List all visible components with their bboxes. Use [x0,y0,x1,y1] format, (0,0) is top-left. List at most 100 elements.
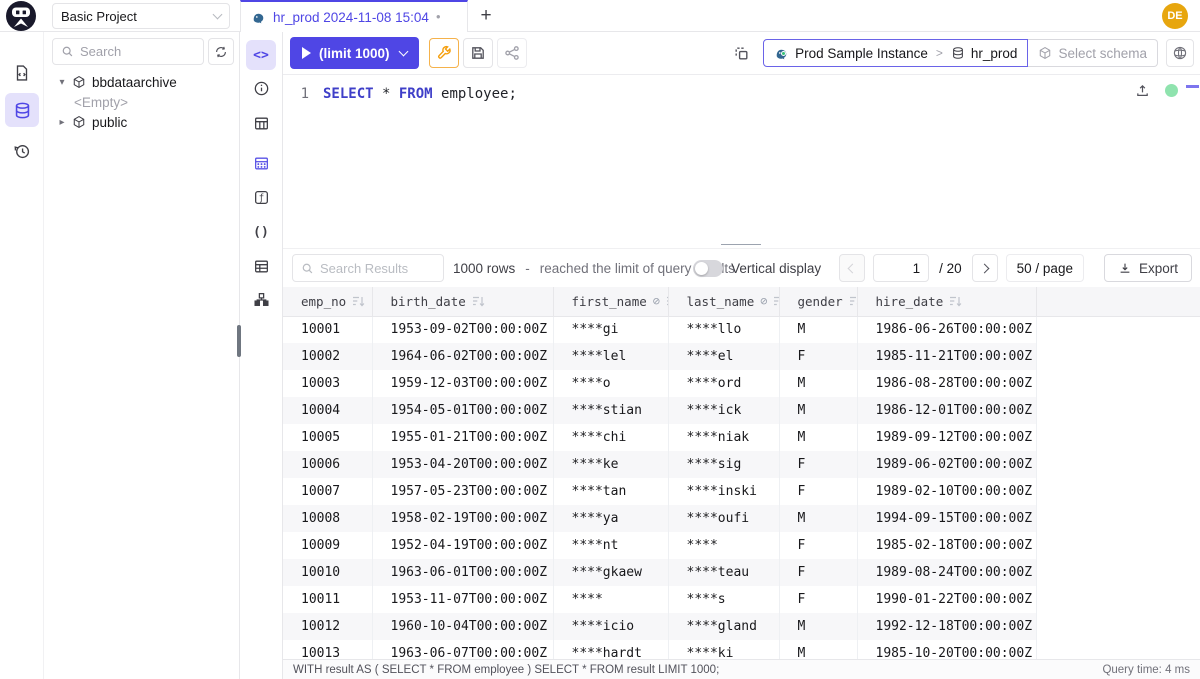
table-cell[interactable]: ****ke [553,451,668,478]
table-cell[interactable]: 10011 [283,586,372,613]
database-panel-icon[interactable] [5,93,39,127]
table-cell[interactable]: 10008 [283,505,372,532]
table-row[interactable]: 100071957-05-23T00:00:00Z****tan****insk… [283,478,1200,505]
table-cell[interactable]: 10013 [283,640,372,660]
column-header-birth_date[interactable]: birth_date [372,287,553,316]
refresh-icon[interactable] [208,38,234,65]
project-selector[interactable]: Basic Project [52,3,230,29]
table-cell[interactable]: ****inski [668,478,779,505]
column-header-emp_no[interactable]: emp_no [283,287,372,316]
table-cell[interactable]: 1985-02-18T00:00:00Z [857,532,1036,559]
table-cell[interactable]: ****nt [553,532,668,559]
table-cell[interactable]: 1986-06-26T00:00:00Z [857,316,1036,343]
tree-item-public[interactable]: ▸ public [44,112,239,132]
table-row[interactable]: 100031959-12-03T00:00:00Z****o****ordM19… [283,370,1200,397]
tables-icon[interactable] [246,108,276,138]
functions-icon[interactable]: ƒ [246,182,276,212]
table-cell[interactable]: ****s [668,586,779,613]
table-cell[interactable]: 1989-08-24T00:00:00Z [857,559,1036,586]
tree-search-input[interactable] [80,44,195,59]
table-cell[interactable]: M [779,505,857,532]
table-cell[interactable]: ****lel [553,343,668,370]
table-cell[interactable]: 1986-08-28T00:00:00Z [857,370,1036,397]
caret-expanded-icon[interactable]: ▾ [56,77,68,88]
avatar[interactable]: DE [1162,3,1188,29]
table-cell[interactable]: M [779,316,857,343]
table-cell[interactable]: ****niak [668,424,779,451]
schema-selector[interactable]: Select schema [1028,39,1158,67]
table-cell[interactable]: 1955-01-21T00:00:00Z [372,424,553,451]
instance-database-selector[interactable]: Prod Sample Instance > hr_prod [763,39,1028,67]
ai-assistant-icon[interactable] [1166,39,1194,67]
table-cell[interactable]: ****oufi [668,505,779,532]
table-cell[interactable]: 1952-04-19T00:00:00Z [372,532,553,559]
table-cell[interactable]: 1994-09-15T00:00:00Z [857,505,1036,532]
sidebar-resize-handle[interactable] [237,325,241,357]
table-cell[interactable]: ****gi [553,316,668,343]
table-cell[interactable]: ****teau [668,559,779,586]
table-cell[interactable]: 1954-05-01T00:00:00Z [372,397,553,424]
table-row[interactable]: 100121960-10-04T00:00:00Z****icio****gla… [283,613,1200,640]
table-cell[interactable]: F [779,478,857,505]
share-icon[interactable] [497,38,527,68]
table-cell[interactable]: 10004 [283,397,372,424]
table-cell[interactable]: 1953-09-02T00:00:00Z [372,316,553,343]
column-header-hire_date[interactable]: hire_date [857,287,1036,316]
results-search[interactable] [292,254,444,282]
table-cell[interactable]: F [779,343,857,370]
save-icon[interactable] [463,38,493,68]
sort-icon[interactable] [352,296,365,307]
table-cell[interactable]: 1958-02-19T00:00:00Z [372,505,553,532]
table-cell[interactable]: F [779,586,857,613]
table-cell[interactable]: 1959-12-03T00:00:00Z [372,370,553,397]
table-cell[interactable]: ****ord [668,370,779,397]
column-header-first_name[interactable]: first_name⊘ [553,287,668,316]
table-cell[interactable]: ****ki [668,640,779,660]
table-cell[interactable]: 10006 [283,451,372,478]
upload-sql-icon[interactable] [1135,83,1150,101]
column-header-last_name[interactable]: last_name⊘ [668,287,779,316]
table-cell[interactable]: 1957-05-23T00:00:00Z [372,478,553,505]
table-row[interactable]: 100131963-06-07T00:00:00Z****hardt****ki… [283,640,1200,660]
page-number-input[interactable] [873,254,929,282]
bytebase-logo-icon[interactable] [6,1,36,31]
table-cell[interactable]: F [779,451,857,478]
table-cell[interactable]: 10009 [283,532,372,559]
table-cell[interactable]: F [779,559,857,586]
external-tables-icon[interactable] [246,251,276,281]
table-row[interactable]: 100111953-11-07T00:00:00Z********sF1990-… [283,586,1200,613]
table-cell[interactable]: M [779,613,857,640]
vertical-display-toggle[interactable] [693,260,723,277]
table-row[interactable]: 100081958-02-19T00:00:00Z****ya****oufiM… [283,505,1200,532]
table-cell[interactable]: 1953-11-07T00:00:00Z [372,586,553,613]
table-cell[interactable]: M [779,424,857,451]
table-row[interactable]: 100051955-01-21T00:00:00Z****chi****niak… [283,424,1200,451]
table-cell[interactable]: 1960-10-04T00:00:00Z [372,613,553,640]
table-row[interactable]: 100011953-09-02T00:00:00Z****gi****lloM1… [283,316,1200,343]
table-cell[interactable]: ****chi [553,424,668,451]
table-data-icon[interactable] [246,148,276,178]
results-search-input[interactable] [320,261,435,276]
table-cell[interactable]: 10007 [283,478,372,505]
tree-item-bbdataarchive[interactable]: ▾ bbdataarchive [44,72,239,92]
table-cell[interactable]: ****stian [553,397,668,424]
table-cell[interactable]: 10005 [283,424,372,451]
tree-search[interactable] [52,38,204,65]
table-cell[interactable]: 1986-12-01T00:00:00Z [857,397,1036,424]
page-size-select[interactable]: 50 / page [1006,254,1084,282]
table-cell[interactable]: 1989-06-02T00:00:00Z [857,451,1036,478]
table-cell[interactable]: F [779,532,857,559]
table-cell[interactable]: 1963-06-07T00:00:00Z [372,640,553,660]
sort-icon[interactable] [773,296,778,307]
column-header-gender[interactable]: gender [779,287,857,316]
table-row[interactable]: 100091952-04-19T00:00:00Z****nt****F1985… [283,532,1200,559]
worksheet-tab[interactable]: hr_prod 2024-11-08 15:04 ● [240,0,468,32]
table-cell[interactable]: 1992-12-18T00:00:00Z [857,613,1036,640]
table-cell[interactable]: 1989-09-12T00:00:00Z [857,424,1036,451]
table-cell[interactable]: 1953-04-20T00:00:00Z [372,451,553,478]
table-cell[interactable]: 1989-02-10T00:00:00Z [857,478,1036,505]
history-icon[interactable] [5,134,39,168]
worksheet-file-icon[interactable] [5,56,39,90]
table-cell[interactable]: ****sig [668,451,779,478]
table-cell[interactable]: M [779,370,857,397]
